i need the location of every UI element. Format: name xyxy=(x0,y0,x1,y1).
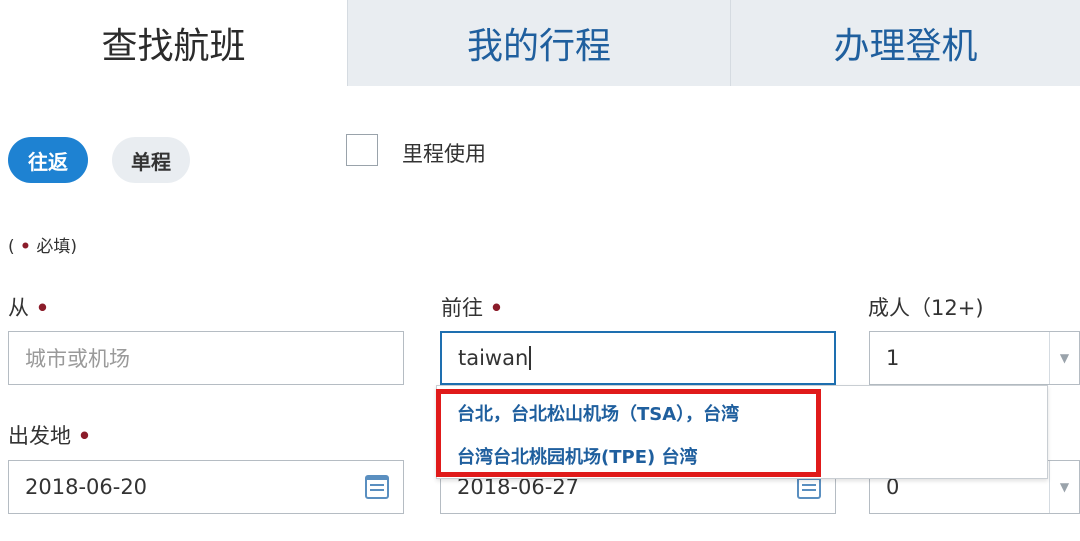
to-label: 前往 • xyxy=(441,292,503,322)
adults-label: 成人（12+) xyxy=(868,296,984,320)
required-dot: • xyxy=(77,424,92,448)
from-label: 从 • xyxy=(8,292,49,322)
chevron-down-icon[interactable]: ▼ xyxy=(1049,461,1079,513)
to-value: taiwan xyxy=(458,346,529,370)
tab-search-flights[interactable]: 查找航班 xyxy=(0,0,347,86)
to-label-text: 前往 xyxy=(441,296,483,320)
tab-my-trips-label: 我的行程 xyxy=(466,26,611,67)
adults-select[interactable]: 1 ▼ xyxy=(869,331,1080,385)
calendar-icon[interactable] xyxy=(365,475,389,499)
depart-date-input[interactable]: 2018-06-20 xyxy=(8,460,404,514)
tab-search-flights-label: 查找航班 xyxy=(101,26,246,67)
text-cursor xyxy=(529,346,531,370)
from-input[interactable]: 城市或机场 xyxy=(8,331,404,385)
to-input[interactable]: taiwan xyxy=(440,331,836,385)
depart-label-text: 出发地 xyxy=(8,424,71,448)
required-dot: • xyxy=(489,296,504,320)
highlight-annotation xyxy=(436,389,821,477)
miles-label: 里程使用 xyxy=(402,142,486,166)
from-label-text: 从 xyxy=(8,296,29,320)
tab-bar: 查找航班 我的行程 办理登机 xyxy=(0,0,1080,86)
depart-label: 出发地 • xyxy=(8,420,91,450)
adults-value: 1 xyxy=(886,346,900,370)
required-dot: • xyxy=(35,296,50,320)
from-placeholder: 城市或机场 xyxy=(25,347,130,371)
required-note: ( • 必填) xyxy=(8,232,77,257)
one-way-label: 单程 xyxy=(131,149,171,174)
required-note-text: 必填) xyxy=(36,237,77,257)
tab-check-in[interactable]: 办理登机 xyxy=(730,0,1080,86)
required-dot: • xyxy=(20,237,31,257)
tab-my-trips[interactable]: 我的行程 xyxy=(347,0,730,86)
tab-check-in-label: 办理登机 xyxy=(833,26,978,67)
chevron-down-icon[interactable]: ▼ xyxy=(1049,332,1079,384)
round-trip-label: 往返 xyxy=(28,149,68,174)
depart-date-value: 2018-06-20 xyxy=(25,475,148,499)
round-trip-button[interactable]: 往返 xyxy=(8,137,88,183)
miles-checkbox[interactable] xyxy=(346,134,378,166)
one-way-button[interactable]: 单程 xyxy=(112,137,190,183)
required-note-open: ( xyxy=(8,237,15,257)
